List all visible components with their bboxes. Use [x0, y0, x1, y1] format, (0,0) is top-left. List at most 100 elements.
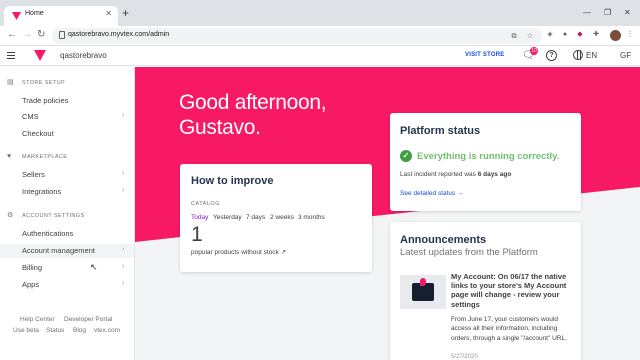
mouse-pointer-icon: ↖: [90, 262, 98, 272]
developer-portal-link[interactable]: Developer Portal: [64, 316, 112, 323]
status-message: Everything is running correctly.: [417, 151, 560, 162]
settings-gear-icon: ⚙: [7, 212, 14, 219]
greeting-line-1: Good afternoon,: [179, 91, 327, 114]
use-beta-link[interactable]: Use beta: [13, 327, 39, 334]
period-yesterday[interactable]: Yesterday: [213, 214, 242, 221]
bookmark-star-icon[interactable]: ☆: [526, 33, 534, 41]
back-icon[interactable]: ←: [7, 29, 17, 40]
status-link[interactable]: Status: [46, 327, 64, 334]
url-text: qastorebravo.myvtex.com/admin: [68, 31, 170, 38]
metric-value: 1: [191, 223, 203, 246]
address-bar[interactable]: qastorebravo.myvtex.com/admin ⧉ ☆: [52, 28, 542, 44]
reload-icon[interactable]: ↻: [37, 29, 45, 40]
sidebar-item-label: CMS: [22, 112, 39, 121]
visit-store-link[interactable]: VISIT STORE: [465, 52, 504, 58]
store-name: qastorebravo: [60, 51, 107, 60]
notification-pin-icon: [420, 278, 426, 286]
sidebar-item-trade-policies[interactable]: Trade policies: [0, 94, 134, 108]
notification-badge: 10: [530, 47, 538, 55]
user-menu[interactable]: GF: [620, 51, 631, 60]
admin-header: qastorebravo VISIT STORE 🗨 10 ? EN GF: [0, 46, 640, 66]
extension-puzzle-icon[interactable]: ✚: [592, 31, 600, 39]
close-window-icon[interactable]: ✕: [624, 8, 631, 17]
catalog-label: CATALOG: [191, 201, 220, 207]
period-2-weeks[interactable]: 2 weeks: [270, 214, 294, 221]
extension-shield-icon[interactable]: ◈: [546, 31, 554, 39]
announcements-card: Announcements Latest updates from the Pl…: [390, 222, 581, 360]
maximize-icon[interactable]: ❐: [604, 8, 611, 17]
browser-tab[interactable]: Home ✕: [4, 6, 118, 26]
greeting: Good afternoon, Gustavo.: [179, 90, 327, 140]
card-title: How to improve: [191, 175, 274, 187]
help-icon[interactable]: ?: [546, 50, 557, 61]
chevron-right-icon: ›: [122, 246, 125, 253]
main-content: Good afternoon, Gustavo. How to improve …: [135, 67, 640, 360]
globe-icon[interactable]: [573, 50, 583, 60]
sidebar-item-integrations[interactable]: Integrations ›: [0, 185, 134, 199]
sidebar-item-authentications[interactable]: Authentications: [0, 227, 134, 241]
sidebar-item-label: Integrations: [22, 187, 62, 196]
announcement-body: From June 17, your customers would acces…: [451, 316, 567, 342]
how-to-improve-card: How to improve CATALOG Today Yesterday 7…: [180, 164, 372, 272]
sidebar-item-apps[interactable]: Apps ›: [0, 278, 134, 292]
sidebar-item-label: Sellers: [22, 170, 45, 179]
sidebar-item-label: Billing: [22, 263, 43, 272]
chevron-right-icon: ›: [122, 170, 125, 177]
section-title-store-setup: STORE SETUP: [22, 80, 66, 86]
chevron-right-icon: ›: [122, 112, 125, 119]
vtex-favicon-icon: [12, 12, 21, 20]
chevron-right-icon: ›: [122, 280, 125, 287]
incident-text: Last incident reported was 6 days ago: [400, 171, 512, 178]
browser-tab-bar: Home ✕ + — ❐ ✕: [0, 0, 640, 26]
lock-icon: [59, 31, 65, 39]
sidebar-item-label: Trade policies: [22, 96, 69, 105]
store-setup-icon: ▤: [7, 79, 14, 86]
sidebar-item-label: Authentications: [22, 229, 74, 238]
language-selector[interactable]: EN: [586, 51, 597, 60]
sidebar-item-account-management[interactable]: Account management ›: [0, 244, 134, 258]
card-title: Announcements: [400, 234, 487, 246]
greeting-line-2: Gustavo.: [179, 116, 261, 139]
forward-icon[interactable]: →: [22, 29, 32, 40]
chevron-right-icon: ›: [122, 187, 125, 194]
vtex-logo-icon[interactable]: [34, 50, 46, 61]
extension-icon[interactable]: ●: [561, 31, 569, 39]
detailed-status-link[interactable]: See detailed status →: [400, 190, 464, 197]
period-today[interactable]: Today: [191, 214, 208, 221]
help-center-link[interactable]: Help Center: [20, 316, 55, 323]
vtex-com-link[interactable]: vtex.com: [94, 327, 120, 334]
platform-status-card: Platform status ✓ Everything is running …: [390, 113, 581, 211]
sidebar-item-sellers[interactable]: Sellers ›: [0, 168, 134, 182]
check-circle-icon: ✓: [400, 150, 412, 162]
period-7-days[interactable]: 7 days: [246, 214, 265, 221]
period-3-months[interactable]: 3 months: [298, 214, 325, 221]
minimize-icon[interactable]: —: [583, 8, 591, 17]
section-title-marketplace: MARKETPLACE: [22, 154, 68, 160]
browser-toolbar: ← → ↻ qastorebravo.myvtex.com/admin ⧉ ☆ …: [0, 26, 640, 46]
sidebar-item-label: Checkout: [22, 129, 54, 138]
close-tab-icon[interactable]: ✕: [105, 9, 112, 18]
announcement-thumbnail: [400, 275, 446, 309]
section-title-account-settings: ACCOUNT SETTINGS: [22, 213, 85, 219]
sidebar-item-label: Account management: [22, 246, 95, 255]
sidebar: ▤ STORE SETUP Trade policies CMS › Check…: [0, 67, 135, 360]
metric-link[interactable]: popular products without stock ↗: [191, 248, 286, 256]
translate-icon[interactable]: ⧉: [510, 33, 518, 41]
blog-link[interactable]: Blog: [73, 327, 86, 334]
sidebar-item-label: Apps: [22, 280, 40, 289]
announcements-subtitle: Latest updates from the Platform: [400, 247, 538, 258]
new-tab-icon[interactable]: +: [122, 7, 129, 19]
card-title: Platform status: [400, 125, 481, 137]
menu-icon[interactable]: [7, 52, 15, 59]
announcement-date: 5/27/2020: [451, 354, 478, 360]
browser-menu-icon[interactable]: ⋮: [626, 31, 634, 39]
tab-title: Home: [25, 10, 44, 17]
marketplace-heart-icon: ♥: [7, 153, 12, 160]
extension-pink-icon[interactable]: ◆: [576, 31, 584, 39]
sidebar-item-cms[interactable]: CMS ›: [0, 110, 134, 124]
chevron-right-icon: ›: [122, 263, 125, 270]
sidebar-item-checkout[interactable]: Checkout: [0, 127, 134, 141]
browser-profile-avatar[interactable]: [610, 30, 621, 41]
sidebar-item-billing[interactable]: Billing ›: [0, 261, 134, 275]
announcement-title[interactable]: My Account: On 06/17 the native links to…: [451, 272, 571, 309]
